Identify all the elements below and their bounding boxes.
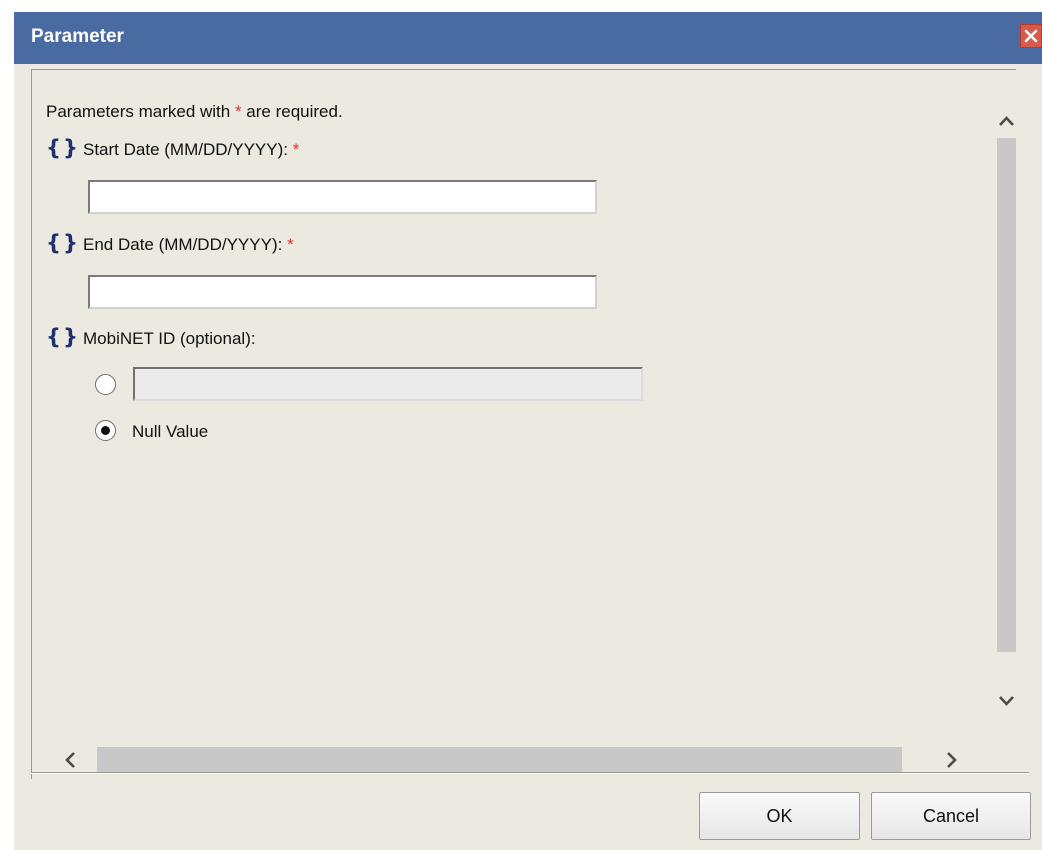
parameters-panel: Parameters marked with * are required. {…: [31, 69, 1016, 779]
vertical-scrollbar-thumb[interactable]: [997, 138, 1016, 652]
dialog-titlebar[interactable]: Parameter: [14, 12, 1042, 64]
ok-button[interactable]: OK: [699, 792, 860, 840]
close-icon: [1024, 29, 1038, 43]
radio-selected-dot: [101, 426, 110, 435]
end-date-label: End Date (MM/DD/YYYY): *: [83, 235, 294, 254]
horizontal-scrollbar-thumb[interactable]: [97, 747, 902, 774]
null-value-radio[interactable]: [95, 420, 116, 441]
footer-divider: [31, 772, 1029, 774]
required-marker: *: [287, 235, 294, 254]
vertical-scrollbar[interactable]: [997, 70, 1016, 779]
braces-icon: {}: [46, 136, 80, 160]
start-date-label: Start Date (MM/DD/YYYY): *: [83, 140, 300, 159]
chevron-down-icon[interactable]: [998, 694, 1015, 708]
required-note: Parameters marked with * are required.: [46, 102, 343, 121]
null-value-label: Null Value: [132, 422, 209, 441]
chevron-left-icon[interactable]: [63, 751, 77, 769]
chevron-right-icon[interactable]: [945, 751, 959, 769]
close-button[interactable]: [1020, 24, 1042, 48]
parameter-dialog: Parameter Parameters marked with * are r…: [14, 12, 1042, 850]
dialog-title: Parameter: [31, 26, 124, 47]
mobinet-value-radio[interactable]: [95, 374, 116, 395]
end-date-input[interactable]: [88, 275, 597, 309]
required-marker: *: [234, 102, 242, 121]
cancel-button[interactable]: Cancel: [871, 792, 1031, 840]
parameters-viewport: Parameters marked with * are required. {…: [33, 71, 997, 737]
mobinet-id-label: MobiNET ID (optional):: [83, 329, 256, 348]
chevron-up-icon[interactable]: [998, 114, 1015, 128]
braces-icon: {}: [46, 325, 80, 349]
braces-icon: {}: [46, 231, 80, 255]
start-date-input[interactable]: [88, 180, 597, 214]
required-marker: *: [292, 140, 300, 159]
mobinet-id-input[interactable]: [133, 367, 643, 401]
